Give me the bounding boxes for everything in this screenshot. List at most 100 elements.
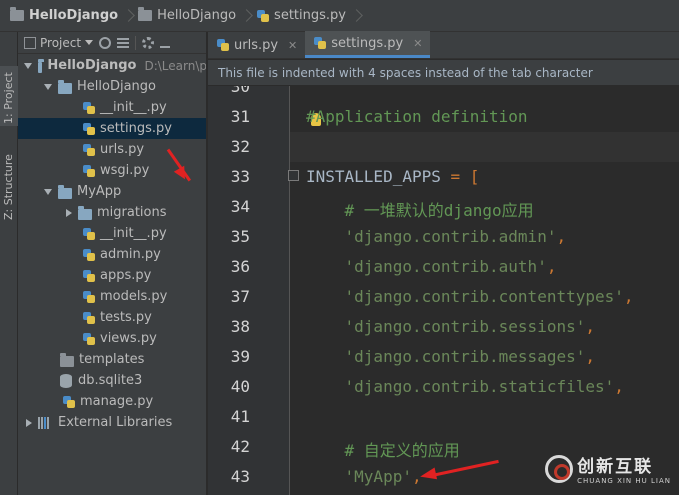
tool-window-strip: 1: Project Z: Structure [0, 32, 18, 495]
structure-tool-window-tab[interactable]: Z: Structure [0, 154, 18, 222]
tree-item-label: manage.py [80, 394, 154, 409]
tree-item-external-libraries[interactable]: External Libraries [18, 412, 206, 433]
code-line: 'django.contrib.contenttypes', [306, 287, 634, 306]
tree-item-label: HelloDjango [47, 58, 137, 73]
tree-item-db-sqlite3[interactable]: db.sqlite3 [18, 370, 206, 391]
code-line: 'django.contrib.messages', [306, 347, 595, 366]
folder-icon [10, 7, 24, 21]
project-view-icon [24, 36, 36, 49]
collapse-all-button[interactable] [117, 37, 130, 48]
python-file-icon [256, 9, 270, 23]
tree-item-tests-py[interactable]: tests.py [18, 307, 206, 328]
line-number: 30 [230, 86, 250, 96]
project-tool-window-tab[interactable]: 1: Project [0, 66, 18, 126]
project-view-dropdown[interactable]: Project [24, 36, 94, 50]
code-line: 'django.contrib.auth', [306, 257, 557, 276]
library-icon [38, 416, 52, 429]
close-icon[interactable]: ✕ [413, 37, 422, 50]
tree-item-urls-py[interactable]: urls.py [18, 139, 206, 160]
breadcrumb-separator [124, 6, 134, 26]
tree-item-myapp[interactable]: MyApp [18, 181, 206, 202]
line-number: 31 [230, 107, 250, 126]
tree-item-label: settings.py [100, 121, 172, 136]
python-file-icon [82, 143, 96, 157]
tab-settings-py[interactable]: settings.py ✕ [305, 31, 431, 58]
tree-item-apps-py[interactable]: apps.py [18, 265, 206, 286]
folder-icon [60, 352, 74, 367]
collapse-arrow-icon[interactable] [26, 418, 32, 427]
breadcrumb-project[interactable]: HelloDjango [6, 4, 124, 28]
fold-icon[interactable] [288, 170, 299, 181]
expand-arrow-icon[interactable] [44, 188, 52, 195]
folder-icon [58, 184, 72, 199]
settings-button[interactable] [142, 36, 155, 49]
line-number: 41 [230, 407, 250, 426]
line-number: 36 [230, 257, 250, 276]
tree-item-label: apps.py [100, 268, 152, 283]
code-editor[interactable]: 30 31 32 33 34 35 36 37 38 39 40 41 42 43 #Applicatio… [208, 86, 679, 495]
tree-item-models-py[interactable]: models.py [18, 286, 206, 307]
expand-arrow-icon[interactable] [44, 83, 52, 90]
tree-item-label: MyApp [77, 184, 122, 199]
toolbar-divider [135, 35, 137, 50]
python-file-icon [313, 36, 327, 50]
tree-item-label: __init__.py [100, 226, 167, 241]
expand-arrow-icon[interactable] [24, 62, 32, 69]
line-number: 38 [230, 317, 250, 336]
tab-urls-py[interactable]: urls.py ✕ [208, 32, 305, 58]
tree-item-admin-py[interactable]: admin.py [18, 244, 206, 265]
project-path: D:\Learn\p [144, 58, 207, 73]
tree-item-label: models.py [100, 289, 168, 304]
gear-icon [142, 36, 155, 49]
tree-item-label: __init__.py [100, 100, 167, 115]
tree-item-hellodjango[interactable]: HelloDjango [18, 76, 206, 97]
code-line: #Application definition [306, 107, 528, 126]
python-file-icon [216, 38, 230, 52]
line-number: 32 [230, 137, 250, 156]
code-line: 'django.contrib.admin', [306, 227, 567, 246]
breadcrumb-file[interactable]: settings.py [252, 4, 352, 28]
tree-item-init-py[interactable]: __init__.py [18, 97, 206, 118]
close-icon[interactable]: ✕ [288, 39, 297, 52]
scroll-from-source-button[interactable] [99, 36, 112, 49]
folder-icon [78, 205, 92, 220]
tree-item-hellodjango[interactable]: HelloDjango D:\Learn\p [18, 55, 207, 76]
tree-item-views-py[interactable]: views.py [18, 328, 206, 349]
logo-icon [545, 454, 574, 483]
tree-item-settings-py[interactable]: settings.py [18, 118, 206, 139]
breadcrumb-separator [352, 6, 362, 26]
line-number: 39 [230, 347, 250, 366]
tree-item-label: urls.py [100, 142, 145, 157]
python-file-icon [82, 122, 96, 136]
breadcrumb-separator [242, 6, 252, 26]
database-icon [60, 373, 72, 388]
collapse-icon [117, 37, 130, 48]
python-file-icon [82, 269, 96, 283]
line-number: 42 [230, 437, 250, 456]
python-file-icon [82, 311, 96, 325]
tree-item-templates[interactable]: templates [18, 349, 206, 370]
tree-item-manage-py[interactable]: manage.py [18, 391, 206, 412]
code-line: # 自定义的应用 [306, 441, 460, 460]
tree-item-migrations[interactable]: migrations [18, 202, 206, 223]
tree-item-init-py[interactable]: __init__.py [18, 223, 206, 244]
code-line: 'django.contrib.sessions', [306, 317, 595, 336]
folder-icon [138, 7, 153, 21]
collapse-arrow-icon[interactable] [66, 208, 72, 217]
hide-panel-button[interactable] [160, 38, 171, 48]
tree-item-label: migrations [97, 205, 167, 220]
line-number: 40 [230, 377, 250, 396]
line-number-gutter: 30 31 32 33 34 35 36 37 38 39 40 41 42 43 [208, 86, 290, 495]
watermark-logo: 创新互联 CHUANG XIN HU LIAN [545, 452, 671, 485]
python-file-icon [82, 290, 96, 304]
tree-item-label: admin.py [100, 247, 161, 262]
target-icon [99, 36, 112, 49]
python-file-icon [82, 332, 96, 346]
tree-item-label: HelloDjango [77, 79, 156, 94]
breadcrumb-package[interactable]: HelloDjango [134, 4, 242, 28]
folder-icon [58, 79, 72, 94]
tree-item-label: db.sqlite3 [78, 373, 143, 388]
line-number: 43 [230, 467, 250, 486]
line-number: 35 [230, 227, 250, 246]
tree-item-label: templates [79, 352, 145, 367]
